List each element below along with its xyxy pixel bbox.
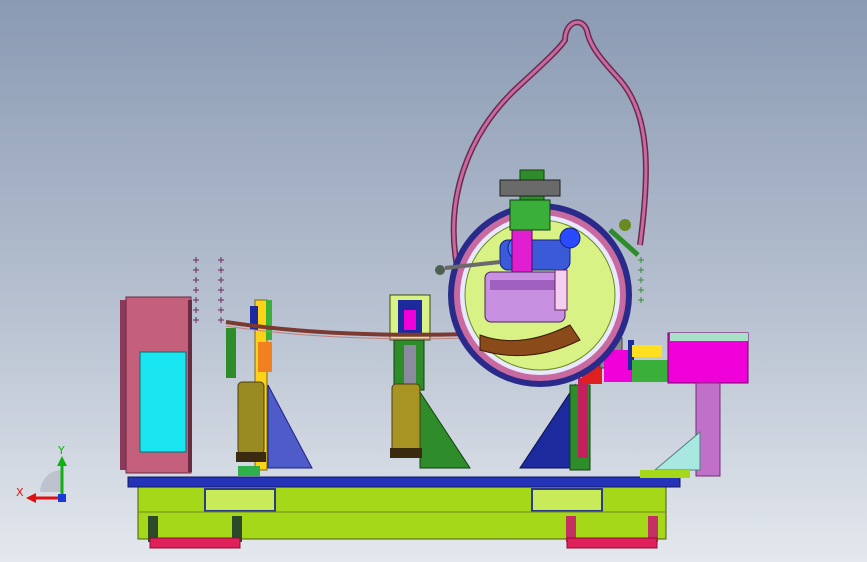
- z-axis-marker: [58, 494, 66, 502]
- left-cylinder: [237, 381, 265, 455]
- left-cabinet: [120, 296, 192, 474]
- y-axis-label: Y: [57, 444, 65, 457]
- base-frame: [137, 486, 667, 549]
- top-plate: [127, 476, 681, 488]
- left-gusset: [267, 384, 313, 469]
- main-ring-assembly: [435, 169, 640, 387]
- left-rail: [149, 537, 241, 549]
- right-mechanism: [599, 332, 749, 478]
- axis-triad: Y X: [16, 444, 67, 503]
- right-rail: [566, 537, 658, 549]
- x-axis-label: X: [16, 486, 24, 499]
- cad-model-view[interactable]: Y X: [0, 0, 867, 562]
- cad-viewport[interactable]: Y X: [0, 0, 867, 562]
- center-cylinder: [391, 383, 421, 455]
- cyan-panel: [139, 351, 187, 453]
